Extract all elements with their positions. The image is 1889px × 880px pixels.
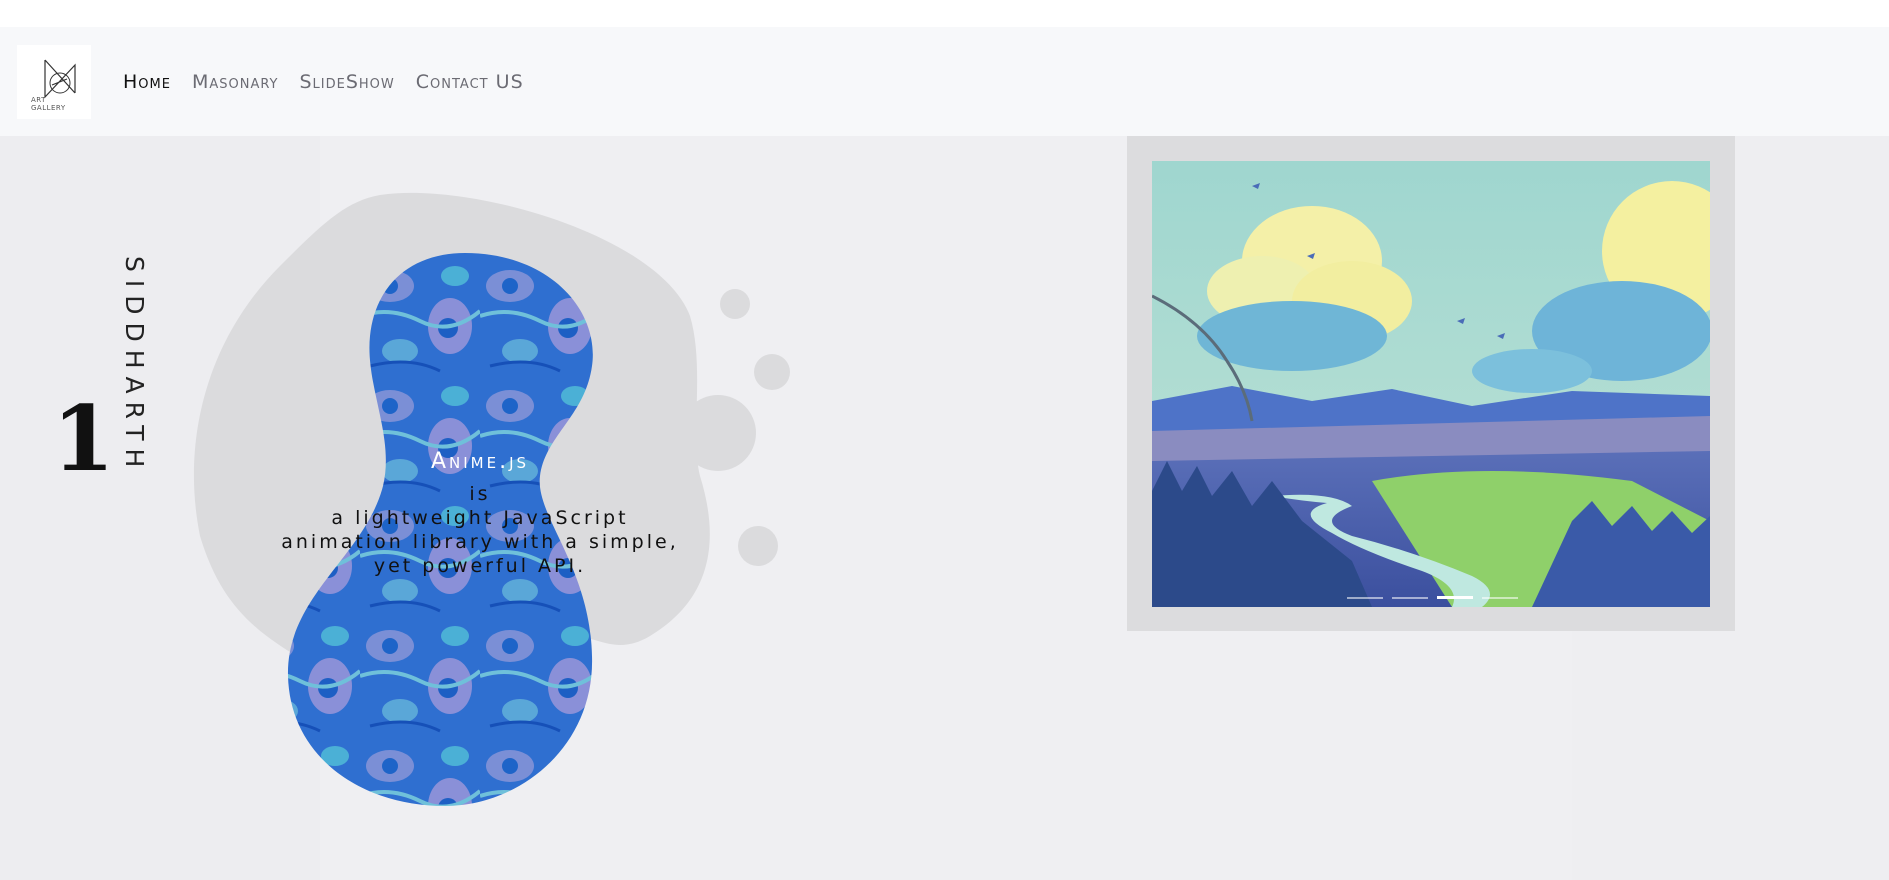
slideshow-frame — [1127, 136, 1735, 631]
nav-links: Home Masonary SlideShow Contact US — [123, 71, 524, 93]
logo[interactable]: ART GALLERY — [17, 44, 91, 119]
nav-home[interactable]: Home — [123, 71, 171, 93]
navbar: ART GALLERY Home Masonary SlideShow Cont… — [0, 27, 1889, 136]
hero-line-2: a lightweight JavaScript — [331, 507, 629, 529]
hero-line-3: animation library with a simple, — [281, 531, 679, 553]
hero-title: Anime.js — [430, 449, 530, 474]
nav-masonary[interactable]: Masonary — [192, 71, 279, 93]
bubble-4 — [738, 526, 778, 566]
slide-image[interactable] — [1152, 161, 1710, 607]
slide-dot-3[interactable] — [1437, 596, 1473, 599]
bubble-2 — [754, 354, 790, 390]
hero-line-4: yet powerful API. — [373, 555, 587, 577]
slide-dot-1[interactable] — [1347, 597, 1383, 599]
main-section: 1 SIDDHARTH Anime.js is a lightweight Ja — [0, 136, 1889, 880]
logo-text: ART GALLERY — [31, 96, 66, 112]
top-strip — [0, 0, 1889, 27]
slide-dot-2[interactable] — [1392, 597, 1428, 599]
logo-text-line1: ART — [31, 95, 46, 104]
logo-text-line2: GALLERY — [31, 103, 66, 112]
anime-landscape-image — [1152, 161, 1710, 607]
hero-line-1: is — [469, 483, 491, 505]
hero-text: Anime.js is a lightweight JavaScript ani… — [250, 449, 710, 578]
nav-contact-us[interactable]: Contact US — [416, 71, 524, 93]
slide-dot-4[interactable] — [1482, 597, 1518, 599]
nav-slideshow[interactable]: SlideShow — [299, 71, 394, 93]
bubble-1 — [720, 289, 750, 319]
